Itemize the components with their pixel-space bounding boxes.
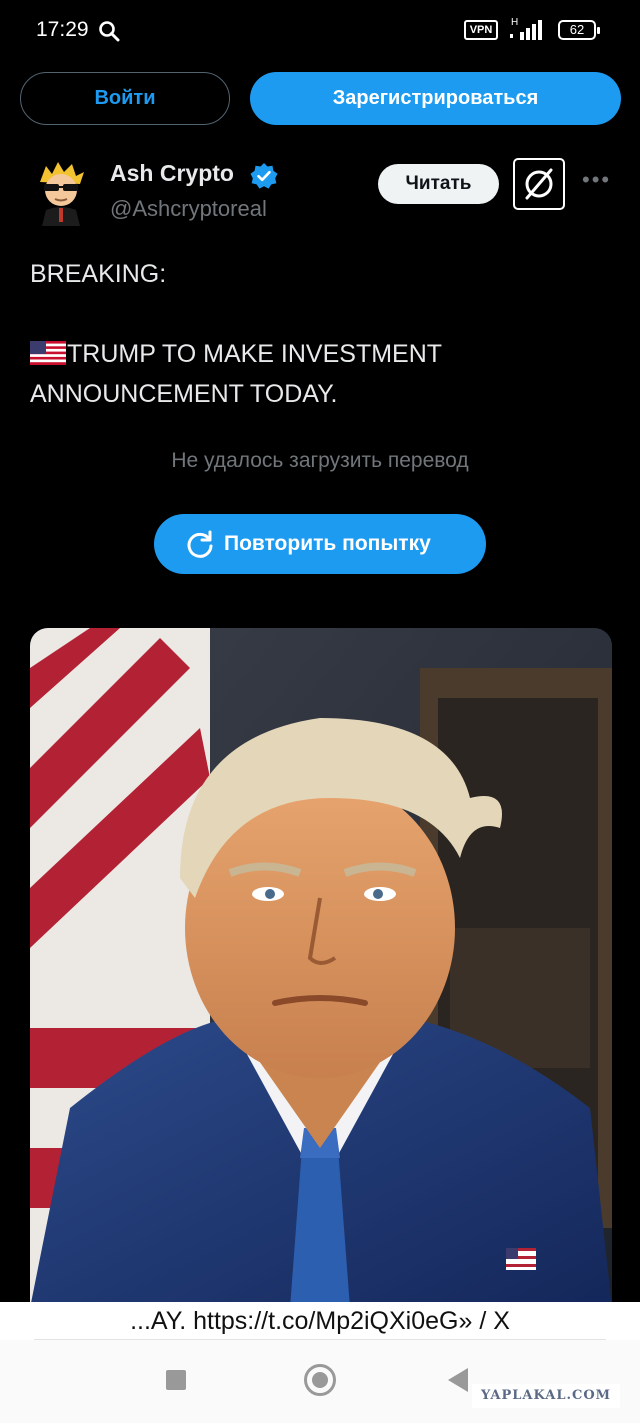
signal-icon: H xyxy=(510,17,542,40)
portrait-photo xyxy=(30,628,612,1308)
more-options-icon[interactable]: ••• xyxy=(582,169,610,198)
watermark: YAPLAKAL.COM xyxy=(472,1384,620,1408)
us-flag-icon xyxy=(30,341,66,365)
login-button[interactable]: Войти xyxy=(20,72,230,125)
register-button[interactable]: Зарегистрироваться xyxy=(250,72,621,125)
tweet-image[interactable] xyxy=(30,628,612,1308)
flag-pin-icon xyxy=(506,1248,536,1270)
status-time: 17:29 xyxy=(36,18,89,41)
recent-apps-icon[interactable] xyxy=(166,1370,186,1390)
translation-error-text: Не удалось загрузить перевод xyxy=(171,449,469,472)
avatar[interactable] xyxy=(30,160,92,226)
tweet-line: ANNOUNCEMENT TODAY. xyxy=(30,380,338,408)
grok-button[interactable] xyxy=(513,158,565,210)
retry-button[interactable]: Повторить попытку xyxy=(154,514,486,574)
author-handle[interactable]: @Ashcryptoreal xyxy=(110,196,267,222)
tweet-line-text: TRUMP TO MAKE INVESTMENT xyxy=(67,340,443,368)
back-icon[interactable] xyxy=(448,1368,468,1392)
tweet-line: TRUMP TO MAKE INVESTMENT xyxy=(30,334,620,374)
tweet-line: BREAKING: xyxy=(30,260,167,288)
vpn-badge: VPN xyxy=(464,20,498,40)
browser-url-title[interactable]: ...AY. https://t.co/Mp2iQXi0eG» / X xyxy=(0,1302,640,1342)
network-type-label: H xyxy=(511,17,518,28)
retry-label: Повторить попытку xyxy=(224,532,431,555)
search-icon xyxy=(99,21,120,42)
tweet-line xyxy=(30,294,620,334)
home-icon[interactable] xyxy=(304,1364,336,1396)
status-bar: 17:29 VPN H 62 xyxy=(0,0,640,62)
navigation-bar: YAPLAKAL.COM xyxy=(0,1340,640,1423)
author-name[interactable]: Ash Crypto xyxy=(110,160,234,187)
follow-button[interactable]: Читать xyxy=(378,164,499,204)
tweet-text: BREAKING: TRUMP TO MAKE INVESTMENT ANNOU… xyxy=(30,254,620,414)
grok-icon xyxy=(525,168,553,200)
refresh-icon xyxy=(187,530,213,558)
verified-badge-icon xyxy=(250,163,278,189)
battery-indicator: 62 xyxy=(558,20,600,40)
